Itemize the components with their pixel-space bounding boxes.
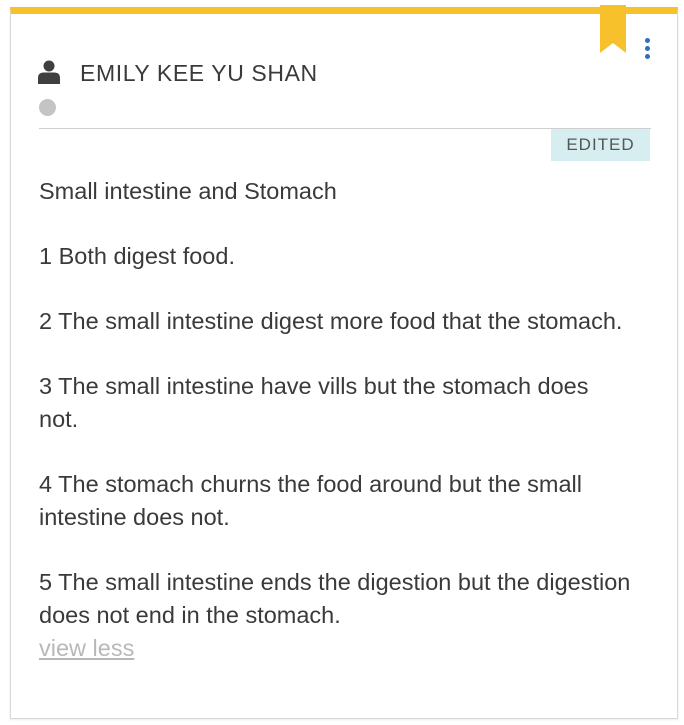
post-paragraph: 3 The small intestine have vills but the… <box>39 373 589 432</box>
post-paragraph: 2 The small intestine digest more food t… <box>39 308 623 334</box>
more-options-icon[interactable] <box>641 38 653 64</box>
status-dot-icon <box>39 99 56 116</box>
user-icon <box>38 60 60 84</box>
view-less-link[interactable]: view less <box>39 632 134 665</box>
post-paragraph: 5 The small intestine ends the digestion… <box>39 569 631 628</box>
post-title: Small intestine and Stomach <box>39 178 337 204</box>
post-paragraph: 4 The stomach churns the food around but… <box>39 471 583 530</box>
edited-badge: EDITED <box>551 129 650 161</box>
bookmark-icon[interactable] <box>600 5 626 53</box>
author-name: EMILY KEE YU SHAN <box>80 60 318 86</box>
post-paragraph: 1 Both digest food. <box>39 243 235 269</box>
post-body: Small intestine and Stomach 1 Both diges… <box>39 175 634 665</box>
